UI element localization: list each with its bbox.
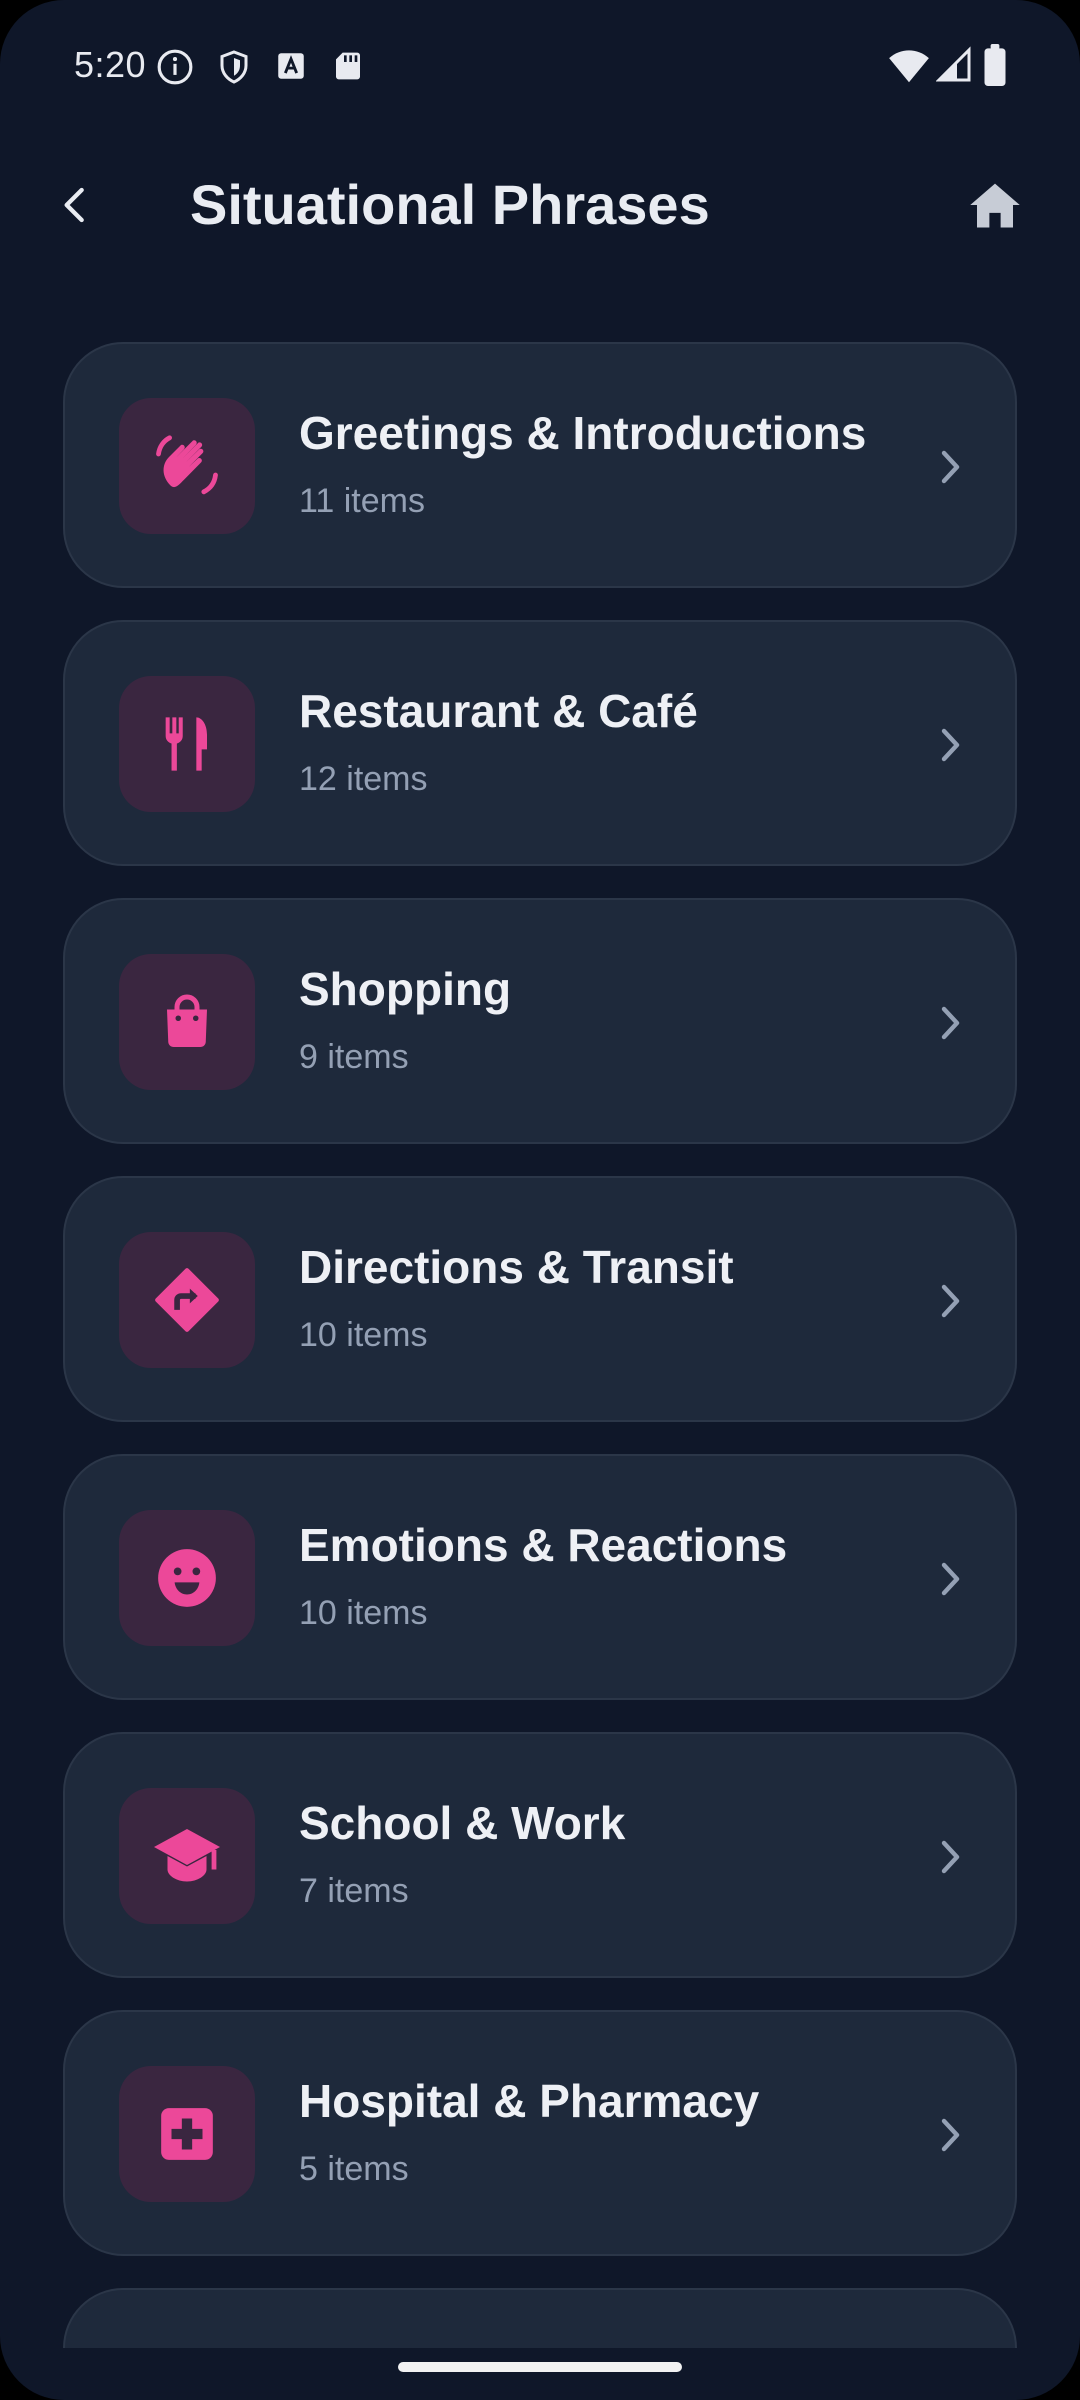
gesture-home-indicator[interactable] — [398, 2362, 682, 2372]
category-icon-box — [119, 2066, 255, 2202]
category-count: 7 items — [299, 1872, 409, 1910]
battery-icon — [984, 44, 1006, 86]
chevron-right-icon — [925, 2110, 975, 2160]
chevron-right-icon — [925, 720, 975, 770]
category-card-directions[interactable]: Directions & Transit 10 items — [63, 1176, 1017, 1422]
category-icon-box — [119, 1510, 255, 1646]
medical-cross-icon — [161, 2108, 213, 2160]
category-title: Greetings & Introductions — [299, 407, 867, 459]
status-bar: 5:20 — [0, 0, 1080, 130]
waving-hand-icon — [156, 435, 218, 495]
category-title: Emotions & Reactions — [299, 1519, 788, 1571]
category-title: Directions & Transit — [299, 1241, 734, 1293]
category-card-restaurant[interactable]: Restaurant & Café 12 items — [63, 620, 1017, 866]
chevron-left-icon — [64, 187, 84, 223]
category-card-greetings[interactable]: Greetings & Introductions 11 items — [63, 342, 1017, 588]
category-title: Hospital & Pharmacy — [299, 2075, 760, 2127]
shield-icon — [220, 50, 248, 84]
back-button[interactable] — [40, 170, 110, 240]
category-icon-box — [119, 398, 255, 534]
text-a-icon — [278, 53, 304, 79]
smiley-icon — [158, 1549, 216, 1607]
chevron-right-icon — [925, 442, 975, 492]
chevron-right-icon — [925, 998, 975, 1048]
category-count: 10 items — [299, 1594, 428, 1632]
sd-card-icon — [336, 52, 360, 80]
category-count: 10 items — [299, 1316, 428, 1354]
fork-knife-icon — [165, 717, 207, 771]
page-title: Situational Phrases — [190, 173, 710, 236]
directions-sign-icon — [155, 1268, 219, 1332]
category-count: 5 items — [299, 2150, 409, 2188]
category-count: 12 items — [299, 760, 428, 798]
app-screen: 5:20 Situational Phrases Greetings & Int… — [0, 0, 1080, 2400]
category-card-partial[interactable] — [63, 2288, 1017, 2348]
category-icon-box — [119, 1788, 255, 1924]
chevron-right-icon — [925, 1276, 975, 1326]
category-icon-box — [119, 676, 255, 812]
top-app-bar: Situational Phrases — [0, 150, 1080, 260]
category-icon-box — [119, 954, 255, 1090]
shopping-bag-icon — [167, 994, 207, 1047]
wifi-icon — [889, 50, 929, 83]
home-icon — [970, 183, 1020, 228]
category-card-school-work[interactable]: School & Work 7 items — [63, 1732, 1017, 1978]
category-title: School & Work — [299, 1797, 626, 1849]
home-button[interactable] — [960, 170, 1030, 240]
info-icon — [157, 49, 193, 85]
category-card-shopping[interactable]: Shopping 9 items — [63, 898, 1017, 1144]
chevron-right-icon — [925, 1554, 975, 1604]
chevron-right-icon — [925, 1832, 975, 1882]
category-title: Shopping — [299, 963, 512, 1015]
status-time: 5:20 — [74, 44, 147, 85]
category-title: Restaurant & Café — [299, 685, 698, 737]
graduation-cap-icon — [154, 1829, 220, 1882]
category-list: Greetings & Introductions 11 items Resta… — [63, 342, 1017, 2380]
category-card-emotions[interactable]: Emotions & Reactions 10 items — [63, 1454, 1017, 1700]
category-icon-box — [119, 1232, 255, 1368]
category-card-hospital[interactable]: Hospital & Pharmacy 5 items — [63, 2010, 1017, 2256]
signal-icon — [936, 46, 971, 82]
category-count: 11 items — [299, 482, 425, 520]
category-count: 9 items — [299, 1038, 409, 1076]
